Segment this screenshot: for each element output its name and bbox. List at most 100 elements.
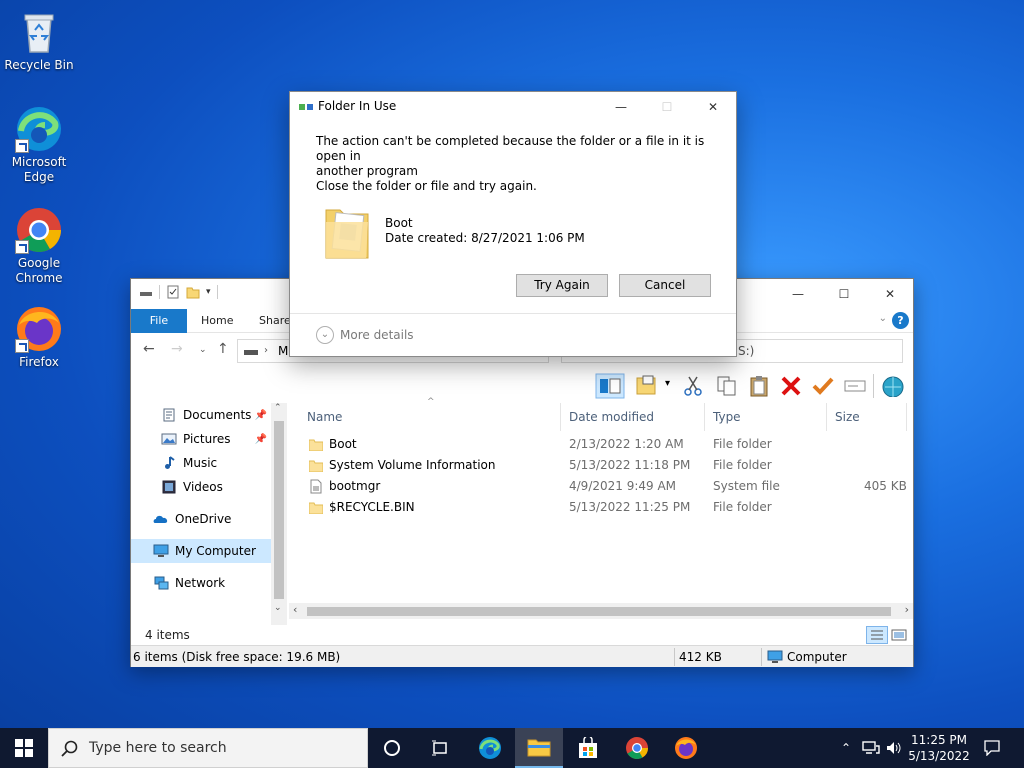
rename-icon[interactable] xyxy=(843,375,867,397)
dialog-title: Folder In Use xyxy=(318,99,397,113)
desktop-icon-edge[interactable]: Microsoft Edge xyxy=(1,105,77,185)
file-explorer-icon xyxy=(527,739,551,757)
column-header-size[interactable]: Size xyxy=(827,403,907,431)
copy-icon[interactable] xyxy=(715,375,739,397)
close-button[interactable]: ✕ xyxy=(867,279,913,309)
cancel-button[interactable]: Cancel xyxy=(619,274,711,297)
file-row[interactable]: bootmgr 4/9/2021 9:49 AM System file 405… xyxy=(289,476,913,497)
ribbon-expand-icon[interactable]: ⌄ xyxy=(879,313,887,324)
paste-icon[interactable] xyxy=(747,375,771,397)
file-row[interactable]: Boot 2/13/2022 1:20 AM File folder xyxy=(289,434,913,455)
show-hidden-icons-button[interactable]: ⌃ xyxy=(836,728,856,768)
taskbar-search-box[interactable]: Type here to search xyxy=(48,728,368,768)
pictures-icon xyxy=(161,433,177,445)
column-header-name[interactable]: Name xyxy=(299,403,561,431)
drive-icon[interactable] xyxy=(139,285,153,299)
column-header-type[interactable]: Type xyxy=(705,403,827,431)
item-count-line: 4 items xyxy=(131,625,913,645)
nav-item-onedrive[interactable]: OneDrive xyxy=(131,507,271,531)
file-date: 2/13/2022 1:20 AM xyxy=(569,437,684,451)
notifications-button[interactable] xyxy=(980,728,1004,768)
start-button[interactable] xyxy=(0,728,48,768)
more-details-toggle[interactable]: ⌄ More details xyxy=(316,326,414,344)
try-again-button[interactable]: Try Again xyxy=(516,274,608,297)
file-icon xyxy=(310,479,322,494)
nav-item-pictures[interactable]: Pictures 📌 xyxy=(131,427,271,451)
taskbar-firefox[interactable] xyxy=(662,728,710,768)
tab-file[interactable]: File xyxy=(131,309,187,333)
shortcut-arrow-icon xyxy=(15,240,29,254)
new-folder-icon[interactable] xyxy=(186,285,200,299)
scroll-right-icon[interactable]: › xyxy=(905,603,909,616)
pin-icon[interactable]: 📌 xyxy=(255,434,267,445)
scroll-up-icon[interactable]: ⌃ xyxy=(274,403,282,413)
forward-arrow-icon[interactable]: → xyxy=(171,341,183,357)
up-arrow-icon[interactable]: ↑ xyxy=(217,341,229,357)
views-icon[interactable] xyxy=(635,375,659,397)
store-icon xyxy=(579,737,597,758)
documents-icon xyxy=(163,408,175,422)
taskbar-edge[interactable] xyxy=(466,728,514,768)
maximize-button[interactable]: ☐ xyxy=(821,279,867,309)
file-type: File folder xyxy=(713,500,772,514)
back-arrow-icon[interactable]: ← xyxy=(143,341,155,357)
scroll-left-icon[interactable]: ‹ xyxy=(293,603,297,616)
taskbar-clock[interactable]: 11:25 PM 5/13/2022 xyxy=(900,732,978,764)
folder-icon xyxy=(309,439,323,451)
cortana-button[interactable] xyxy=(368,728,416,768)
network-tray-button[interactable] xyxy=(860,728,882,768)
search-icon xyxy=(61,740,78,757)
preview-pane-icon[interactable] xyxy=(595,373,625,399)
dialog-message-line1: The action can't be completed because th… xyxy=(316,134,705,163)
nav-item-music[interactable]: Music xyxy=(131,451,271,475)
desktop-icon-chrome[interactable]: Google Chrome xyxy=(1,206,77,286)
scroll-thumb[interactable] xyxy=(274,421,284,599)
network-icon xyxy=(862,741,880,754)
pin-icon[interactable]: 📌 xyxy=(255,410,267,421)
recent-locations-icon[interactable]: ⌄ xyxy=(199,345,207,355)
window-controls: — ☐ ✕ xyxy=(775,279,913,309)
taskbar-chrome[interactable] xyxy=(613,728,661,768)
folder-in-use-dialog[interactable]: Folder In Use — ☐ ✕ The action can't be … xyxy=(289,91,737,357)
file-row[interactable]: $RECYCLE.BIN 5/13/2022 11:25 PM File fol… xyxy=(289,497,913,518)
tab-home[interactable]: Home xyxy=(187,309,247,333)
maximize-button: ☐ xyxy=(661,100,673,114)
file-row[interactable]: System Volume Information 5/13/2022 11:1… xyxy=(289,455,913,476)
properties-icon[interactable] xyxy=(166,285,180,299)
delete-icon[interactable] xyxy=(779,375,803,397)
dialog-titlebar[interactable]: Folder In Use — ☐ ✕ xyxy=(290,92,736,122)
nav-item-network[interactable]: Network xyxy=(131,571,271,595)
nav-item-label: Documents xyxy=(183,408,252,422)
file-list-hscrollbar[interactable]: ‹ › xyxy=(289,603,913,619)
taskbar-store[interactable] xyxy=(564,728,612,768)
nav-item-my-computer[interactable]: My Computer xyxy=(131,539,271,563)
scroll-thumb[interactable] xyxy=(307,607,891,616)
task-view-button[interactable] xyxy=(416,728,464,768)
help-icon[interactable]: ? xyxy=(892,312,909,329)
views-dropdown-icon[interactable]: ▾ xyxy=(665,378,670,389)
file-date: 4/9/2021 9:49 AM xyxy=(569,479,677,493)
qat-dropdown-icon[interactable]: ▾ xyxy=(206,287,211,297)
navigation-pane: Documents 📌 Pictures 📌 Music Videos OneD… xyxy=(131,403,287,625)
details-view-icon[interactable] xyxy=(866,626,888,644)
minimize-button[interactable]: — xyxy=(598,92,644,122)
nav-scrollbar[interactable]: ⌃ ⌄ xyxy=(271,403,287,625)
cut-icon[interactable] xyxy=(681,375,705,397)
nav-item-documents[interactable]: Documents 📌 xyxy=(131,403,271,427)
shortcut-arrow-icon xyxy=(15,339,29,353)
scroll-down-icon[interactable]: ⌄ xyxy=(274,603,282,613)
column-header-date[interactable]: Date modified xyxy=(561,403,705,431)
nav-item-videos[interactable]: Videos xyxy=(131,475,271,499)
checkmark-icon[interactable] xyxy=(811,375,835,397)
file-info-date: Date created: 8/27/2021 1:06 PM xyxy=(385,231,585,245)
minimize-button[interactable]: — xyxy=(775,279,821,309)
globe-icon[interactable] xyxy=(881,375,905,397)
desktop-icon-firefox[interactable]: Firefox xyxy=(1,305,77,370)
file-info: Boot Date created: 8/27/2021 1:06 PM xyxy=(385,216,585,246)
close-button[interactable]: ✕ xyxy=(690,92,736,122)
windows-logo-icon xyxy=(15,739,33,757)
large-icons-view-icon[interactable] xyxy=(891,628,907,642)
music-icon xyxy=(165,456,175,469)
desktop-icon-recycle-bin[interactable]: Recycle Bin xyxy=(1,8,77,73)
taskbar-file-explorer[interactable] xyxy=(515,728,563,768)
